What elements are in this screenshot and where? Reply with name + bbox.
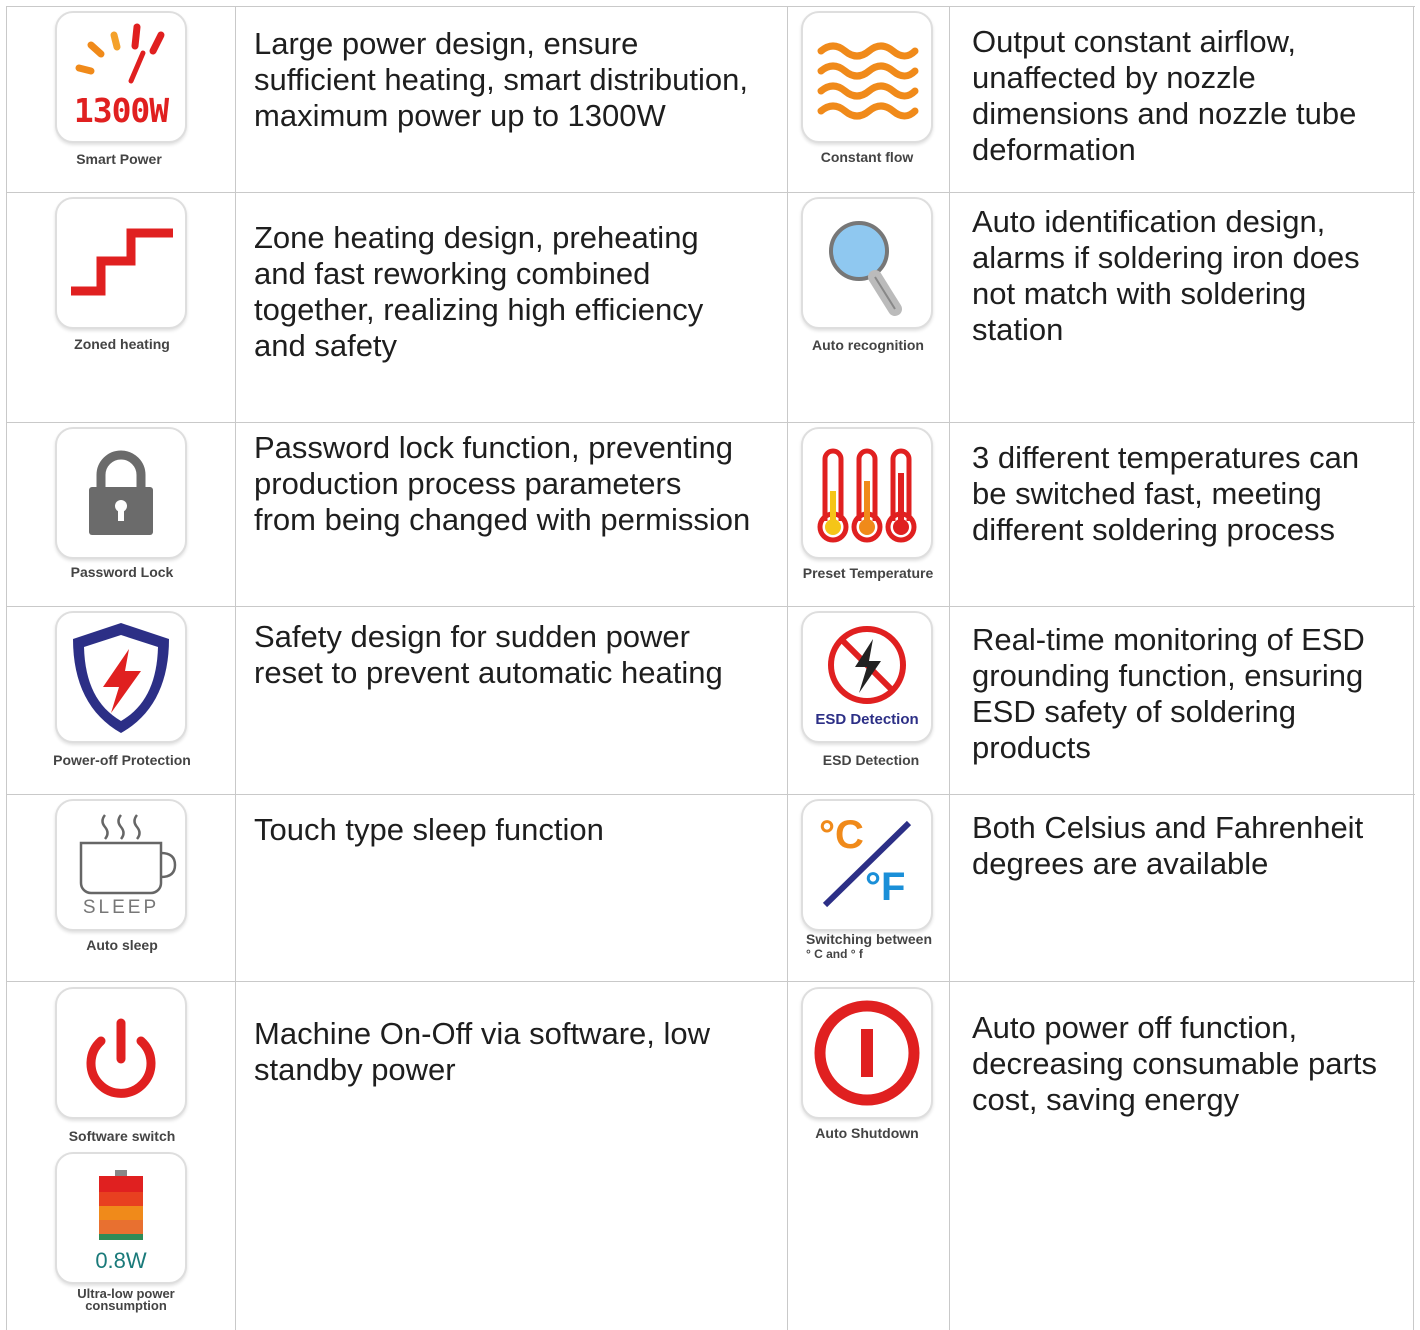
table-divider: [7, 981, 1415, 982]
shield-bolt-icon: [55, 611, 187, 743]
sleep-cup-icon: SLEEP: [55, 799, 187, 931]
caption-zoned-heating: Zoned heating: [74, 336, 170, 352]
feature-text: Both Celsius and Fahrenheit degrees are a…: [972, 810, 1364, 881]
caption-auto-recognition: Auto recognition: [812, 337, 924, 353]
power-label: 1300W: [73, 91, 169, 130]
caption-ultra-low-power: Ultra-low power consumption: [77, 1286, 175, 1313]
power-button-icon: [55, 987, 187, 1119]
table-divider: [7, 794, 1415, 795]
magnifier-icon: [801, 197, 933, 329]
caption-esd-detection: ESD Detection: [822, 752, 920, 768]
battery-label: 0.8W: [95, 1248, 147, 1273]
battery-icon: 0.8W: [55, 1152, 187, 1284]
feature-text: 3 different temperatures can be switched …: [972, 440, 1360, 547]
table-divider: [7, 606, 1415, 607]
feature-text: Safety design for sudden power reset to p…: [254, 619, 723, 690]
feature-text: Auto identification design, alarms if sol…: [972, 204, 1360, 347]
feature-text: Password lock function, preventing produc…: [254, 430, 751, 537]
zoned-heating-icon: [55, 197, 187, 329]
thermometer-icon: [801, 427, 933, 559]
caption-auto-sleep: Auto sleep: [86, 937, 158, 953]
feature-text: Real-time monitoring of ESD grounding fun…: [972, 622, 1365, 765]
caption-auto-shutdown: Auto Shutdown: [815, 1125, 919, 1141]
caption-power-off-protection: Power-off Protection: [53, 752, 191, 768]
caption-switching-units: Switching between ° C and ° f: [806, 931, 933, 962]
caption-password-lock: Password Lock: [70, 564, 174, 580]
caption-preset-temperature: Preset Temperature: [802, 565, 934, 581]
table-divider: [235, 7, 236, 1330]
feature-text: Zone heating design, preheating and fast …: [254, 220, 704, 363]
lock-icon: [55, 427, 187, 559]
sleep-label: SLEEP: [82, 897, 160, 918]
caption-smart-power: Smart Power: [76, 151, 162, 167]
feature-text: Auto power off function, decreasing consu…: [972, 1010, 1377, 1117]
power-gauge-icon: 1300W: [55, 11, 187, 143]
feature-text: Large power design, ensure sufficient hea…: [254, 26, 748, 133]
caption-constant-flow: Constant flow: [820, 149, 914, 165]
table-divider: [1413, 7, 1414, 1330]
esd-icon: ESD Detection: [801, 611, 933, 743]
table-divider: [949, 7, 950, 1330]
celsius-fahrenheit-icon: °C °F: [801, 799, 933, 931]
table-divider: [7, 422, 1415, 423]
constant-flow-icon: [801, 11, 933, 143]
feature-text: Machine On-Off via software, low standby …: [254, 1016, 710, 1087]
feature-text: Touch type sleep function: [254, 812, 604, 847]
table-divider: [7, 192, 1415, 193]
fahrenheit-label: °F: [865, 865, 906, 909]
celsius-label: °C: [819, 813, 864, 857]
shutdown-icon: [801, 987, 933, 1119]
esd-label: ESD Detection: [815, 711, 919, 728]
feature-text: Output constant airflow, unaffected by no…: [972, 24, 1357, 167]
caption-software-switch: Software switch: [68, 1128, 176, 1144]
